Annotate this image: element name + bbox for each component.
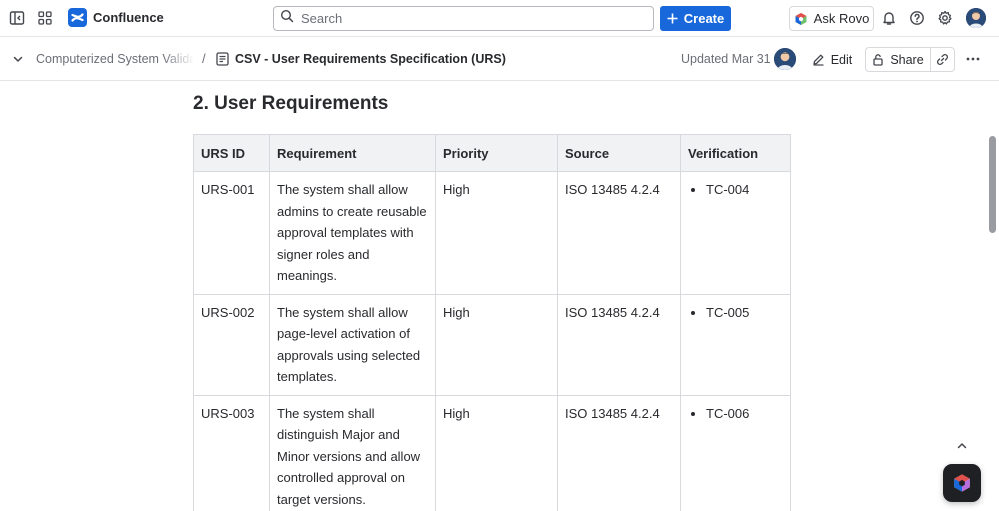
search-input[interactable] (301, 11, 631, 26)
breadcrumb-current-page[interactable]: CSV - User Requirements Specification (U… (235, 52, 506, 66)
verification-item: TC-004 (706, 179, 784, 201)
source-cell: ISO 13485 4.2.4 (557, 293, 681, 396)
rovo-icon (795, 12, 807, 25)
bell-icon[interactable] (875, 4, 903, 32)
priority-cell: High (435, 171, 558, 295)
page-header: Computerized System Validation / CSV - U… (0, 37, 999, 81)
app-name: Confluence (93, 10, 164, 25)
gear-icon[interactable] (931, 4, 959, 32)
verification-cell: TC-006 (680, 394, 791, 511)
breadcrumb-separator: / (202, 51, 206, 66)
verification-cell: TC-005 (680, 293, 791, 396)
page-icon (216, 52, 229, 71)
verification-item: TC-006 (706, 403, 784, 425)
create-button-label: Create (683, 11, 725, 26)
breadcrumb-fade (163, 49, 195, 69)
user-requirements-table: URS ID Requirement Priority Source Verif… (193, 134, 791, 511)
last-updated[interactable]: Updated Mar 31 (681, 52, 771, 66)
column-header: Verification (680, 134, 791, 172)
sidebar-toggle-icon[interactable] (3, 4, 31, 32)
priority-cell: High (435, 394, 558, 511)
chevron-down-icon[interactable] (4, 45, 32, 73)
rovo-icon (954, 474, 970, 492)
confluence-logo-icon (68, 8, 87, 27)
ask-rovo-button[interactable]: Ask Rovo (789, 6, 874, 31)
create-button[interactable]: Create (660, 6, 731, 31)
verification-item: TC-005 (706, 302, 784, 324)
urs-id-cell: URS-002 (193, 293, 270, 396)
search-field[interactable] (273, 6, 654, 31)
ask-rovo-label: Ask Rovo (813, 11, 870, 26)
link-icon (937, 54, 948, 65)
column-header: Priority (435, 134, 558, 172)
section-heading: 2. User Requirements (193, 93, 389, 114)
column-header: Source (557, 134, 681, 172)
column-header: Requirement (269, 134, 436, 172)
rovo-chat-button[interactable] (943, 464, 981, 502)
chevron-up-icon[interactable] (953, 437, 971, 455)
source-cell: ISO 13485 4.2.4 (557, 394, 681, 511)
table-row: URS-001 The system shall allow admins to… (193, 171, 791, 295)
pencil-icon (813, 54, 824, 66)
edit-button-label: Edit (830, 52, 853, 67)
source-cell: ISO 13485 4.2.4 (557, 171, 681, 295)
author-avatar[interactable] (774, 48, 796, 70)
user-avatar[interactable] (966, 8, 986, 28)
copy-link-button[interactable] (930, 47, 955, 72)
share-button-label: Share (890, 52, 924, 67)
urs-id-cell: URS-001 (193, 171, 270, 295)
share-button[interactable]: Share (865, 47, 931, 72)
priority-cell: High (435, 293, 558, 396)
more-icon[interactable] (959, 45, 987, 73)
plus-icon (667, 13, 678, 24)
help-icon[interactable] (903, 4, 931, 32)
requirement-cell: The system shall allow page-level activa… (269, 293, 436, 396)
top-navigation: Confluence Create Ask Rovo (0, 0, 999, 37)
page-scrollbar[interactable] (989, 136, 996, 233)
verification-cell: TC-004 (680, 171, 791, 295)
requirement-cell: The system shall distinguish Major and M… (269, 394, 436, 511)
column-header: URS ID (193, 134, 270, 172)
requirement-cell: The system shall allow admins to create … (269, 171, 436, 295)
edit-button[interactable]: Edit (806, 47, 858, 72)
app-switcher-icon[interactable] (31, 4, 59, 32)
search-icon (280, 9, 294, 28)
urs-id-cell: URS-003 (193, 394, 270, 511)
table-header-row: URS ID Requirement Priority Source Verif… (193, 134, 791, 172)
table-row: URS-002 The system shall allow page-leve… (193, 293, 791, 396)
confluence-logo[interactable]: Confluence (68, 8, 164, 27)
lock-icon (873, 54, 883, 66)
table-row: URS-003 The system shall distinguish Maj… (193, 394, 791, 511)
